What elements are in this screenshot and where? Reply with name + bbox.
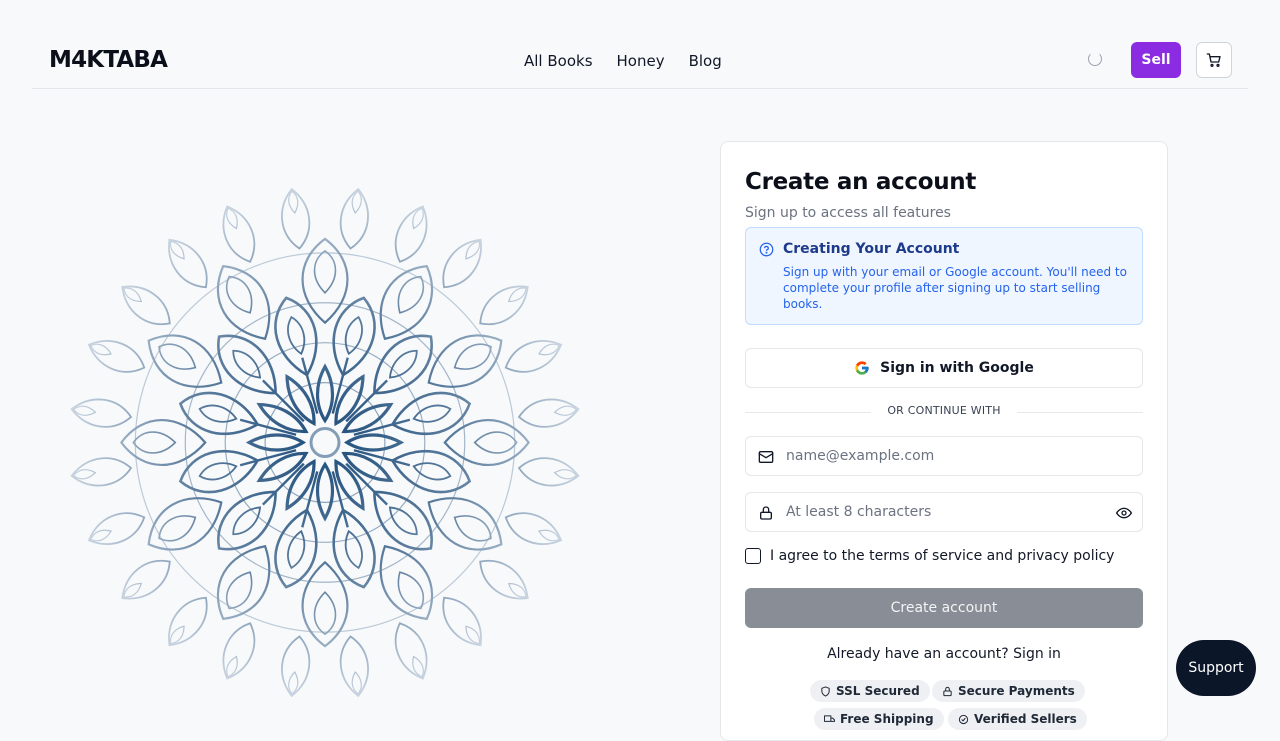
verified-icon <box>958 714 969 724</box>
divider-text: OR CONTINUE WITH <box>871 404 1017 417</box>
help-circle-icon <box>759 242 774 257</box>
signup-card: Create an account Sign up to access all … <box>720 141 1168 741</box>
google-signin-button[interactable]: Sign in with Google <box>745 348 1143 388</box>
mandala-illustration <box>70 187 580 698</box>
lock-icon <box>943 686 952 696</box>
info-callout: Creating Your Account Sign up with your … <box>745 227 1143 325</box>
nav-link-all-books[interactable]: All Books <box>524 52 593 70</box>
page-title: Create an account <box>745 169 977 195</box>
info-title: Creating Your Account <box>783 241 960 257</box>
nav-link-honey[interactable]: Honey <box>617 52 665 70</box>
eye-icon[interactable] <box>1116 505 1132 521</box>
loading-spinner-icon <box>1088 52 1102 66</box>
password-input[interactable] <box>786 493 1106 531</box>
badge-label: SSL Secured <box>836 684 920 698</box>
google-icon <box>855 361 869 375</box>
cart-icon <box>1206 53 1221 67</box>
badge-secure-payments: Secure Payments <box>932 680 1085 702</box>
support-button[interactable]: Support <box>1176 640 1256 696</box>
badge-label: Secure Payments <box>958 684 1075 698</box>
shield-icon <box>821 685 830 697</box>
badge-free-shipping: Free Shipping <box>814 708 944 730</box>
password-field[interactable] <box>745 492 1143 532</box>
badge-label: Free Shipping <box>840 712 934 726</box>
lock-icon <box>760 506 772 520</box>
main-nav: All Books Honey Blog <box>524 52 722 70</box>
cart-button[interactable] <box>1196 42 1232 78</box>
email-input[interactable] <box>786 437 1106 475</box>
truck-icon <box>824 714 835 722</box>
page-subtitle: Sign up to access all features <box>745 205 951 221</box>
sell-button[interactable]: Sell <box>1131 42 1181 78</box>
create-account-button[interactable]: Create account <box>745 588 1143 628</box>
badge-label: Verified Sellers <box>974 712 1077 726</box>
google-signin-label: Sign in with Google <box>880 360 1034 376</box>
badge-ssl-secured: SSL Secured <box>810 680 930 702</box>
terms-row: I agree to the terms of service and priv… <box>745 548 1114 564</box>
info-text: Sign up with your email or Google accoun… <box>783 265 1127 311</box>
site-header: M4KTABA All Books Honey Blog Sell <box>32 0 1248 89</box>
terms-label[interactable]: I agree to the terms of service and priv… <box>770 548 1114 564</box>
site-logo[interactable]: M4KTABA <box>49 47 168 73</box>
nav-link-blog[interactable]: Blog <box>689 52 722 70</box>
signin-link[interactable]: Already have an account? Sign in <box>721 646 1167 662</box>
mail-icon <box>758 451 774 463</box>
badge-verified-sellers: Verified Sellers <box>948 708 1087 730</box>
terms-checkbox[interactable] <box>745 548 761 564</box>
email-field[interactable] <box>745 436 1143 476</box>
